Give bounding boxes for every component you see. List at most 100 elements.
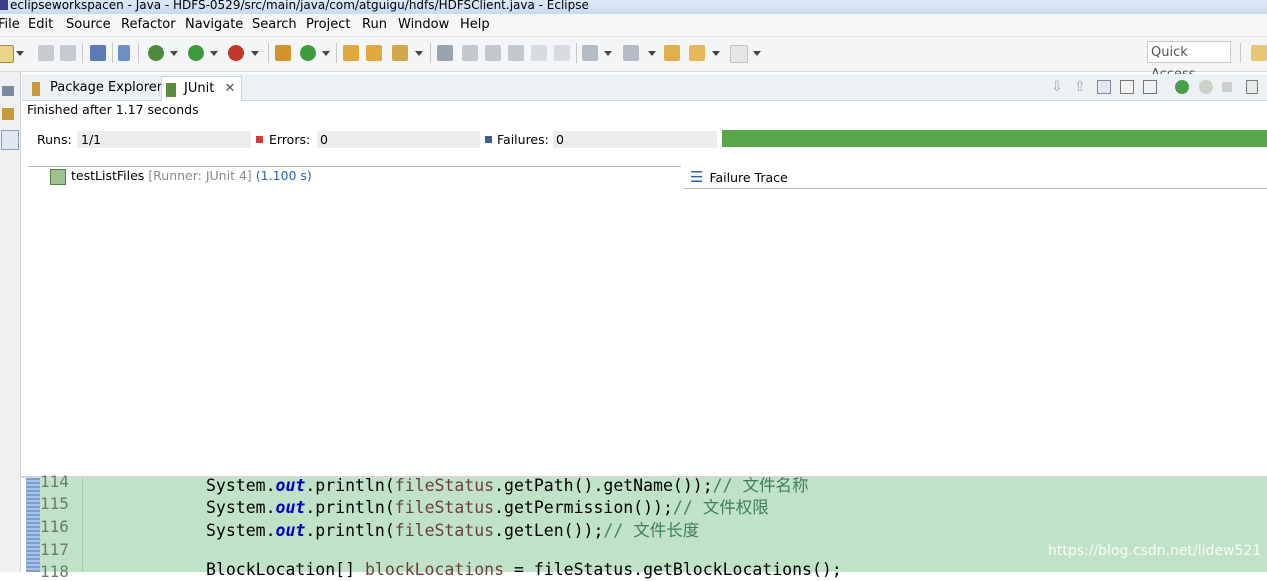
main-toolbar xyxy=(0,37,1267,72)
test-tree-top-border xyxy=(28,166,681,167)
test-progress-bar xyxy=(722,130,1267,147)
new-dropdown-icon[interactable] xyxy=(16,51,24,56)
test-runner: [Runner: JUnit 4] xyxy=(148,168,252,183)
toggle-block-selection-icon[interactable] xyxy=(485,45,501,61)
scroll-lock-icon[interactable] xyxy=(1120,80,1134,94)
menu-navigate[interactable]: Navigate xyxy=(185,17,243,32)
eclipse-icon xyxy=(0,0,8,10)
new-class-icon[interactable] xyxy=(300,45,316,61)
window-title-bar: eclipseworkspacen - Java - HDFS-0529/src… xyxy=(0,0,1267,14)
previous-failure-icon[interactable]: ⇧ xyxy=(1074,80,1088,94)
window-title: eclipseworkspacen - Java - HDFS-0529/src… xyxy=(10,0,589,12)
test-passed-icon xyxy=(50,168,66,185)
junit-status-message: Finished after 1.17 seconds xyxy=(27,102,199,117)
left-trim-stack xyxy=(0,72,21,572)
quick-access-input[interactable]: Quick Access xyxy=(1147,41,1231,82)
failures-label: Failures: xyxy=(497,132,549,147)
line-number: 115 xyxy=(40,494,69,513)
test-run-history-icon[interactable] xyxy=(1246,80,1258,94)
show-skipped-icon[interactable] xyxy=(1143,80,1157,94)
junit-trim-icon[interactable] xyxy=(1,130,19,150)
pilcrow-icon[interactable] xyxy=(554,45,570,61)
new-class-dropdown-icon[interactable] xyxy=(322,51,330,56)
menu-refactor[interactable]: Refactor xyxy=(121,17,176,32)
close-icon[interactable]: ✕ xyxy=(224,81,235,96)
save-icon[interactable] xyxy=(38,45,54,61)
save-all-icon[interactable] xyxy=(60,45,76,61)
runs-label: Runs: xyxy=(37,132,72,147)
menu-search[interactable]: Search xyxy=(252,17,297,32)
tab-junit[interactable]: JUnit ✕ xyxy=(161,76,243,101)
code-line[interactable]: BlockLocation[] blockLocations = fileSta… xyxy=(206,560,842,579)
menu-bar: File Edit Source Refactor Navigate Searc… xyxy=(0,14,1267,37)
restore-icon[interactable] xyxy=(2,86,14,96)
run-dropdown-icon[interactable] xyxy=(210,51,218,56)
open-perspective-icon[interactable] xyxy=(1251,45,1267,61)
toggle-mark-occurrences-icon[interactable] xyxy=(437,45,453,61)
watermark: https://blog.csdn.net/lidew521 xyxy=(1048,543,1262,559)
package-explorer-icon xyxy=(32,82,40,96)
runs-field: 1/1 xyxy=(77,131,251,148)
forward-dropdown-icon[interactable] xyxy=(753,51,761,56)
menu-source[interactable]: Source xyxy=(66,17,111,32)
next-annotation-dropdown-icon[interactable] xyxy=(604,51,612,56)
search-dropdown-icon[interactable] xyxy=(415,51,423,56)
test-name: testListFiles xyxy=(71,168,145,183)
toggle-breadcrumb-icon[interactable] xyxy=(462,45,478,61)
next-annotation-icon[interactable] xyxy=(582,45,598,61)
open-task-icon[interactable] xyxy=(366,45,382,61)
failure-trace-label: Failure Trace xyxy=(709,170,788,185)
menu-window[interactable]: Window xyxy=(398,17,449,32)
line-number: 116 xyxy=(40,517,69,536)
menu-file[interactable]: File xyxy=(0,17,20,32)
code-line[interactable]: System.out.println(fileStatus.getPath().… xyxy=(206,472,808,496)
line-number: 114 xyxy=(40,472,69,491)
debug-icon[interactable] xyxy=(148,45,164,61)
view-tab-bar: Package Explorer JUnit ✕ ⇩ ⇧ xyxy=(22,74,1267,101)
runs-value: 1/1 xyxy=(81,132,102,147)
menu-help[interactable]: Help xyxy=(460,17,490,32)
run-icon[interactable] xyxy=(188,45,204,61)
new-icon[interactable] xyxy=(0,45,14,63)
tab-package-explorer-label: Package Explorer xyxy=(50,80,163,95)
external-tools-dropdown-icon[interactable] xyxy=(251,51,259,56)
new-java-project-icon[interactable] xyxy=(275,45,291,61)
failure-icon xyxy=(485,136,492,143)
test-time: (1.100 s) xyxy=(255,168,312,183)
line-number-ruler: 114 115 116 117 118 xyxy=(40,472,83,581)
code-line[interactable]: System.out.println(fileStatus.getLen());… xyxy=(206,517,699,541)
failure-trace-header: ☰ Failure Trace xyxy=(690,168,788,186)
errors-label: Errors: xyxy=(269,132,311,147)
open-type-icon[interactable] xyxy=(343,45,359,61)
debug-dropdown-icon[interactable] xyxy=(170,51,178,56)
junit-icon xyxy=(166,83,176,97)
previous-annotation-icon[interactable] xyxy=(623,45,639,61)
show-whitespace-icon[interactable] xyxy=(531,45,547,61)
forward-icon[interactable] xyxy=(730,45,748,63)
console-icon[interactable] xyxy=(90,45,106,61)
back-dropdown-icon[interactable] xyxy=(712,51,720,56)
menu-edit[interactable]: Edit xyxy=(28,17,53,32)
external-tools-icon[interactable] xyxy=(228,45,244,61)
search-icon[interactable] xyxy=(392,45,408,61)
rerun-failed-first-icon[interactable] xyxy=(1199,80,1213,94)
back-icon[interactable] xyxy=(689,45,705,61)
test-tree-item[interactable]: testListFiles [Runner: JUnit 4] (1.100 s… xyxy=(50,168,312,185)
rerun-test-icon[interactable] xyxy=(1175,80,1189,94)
show-failures-only-icon[interactable] xyxy=(1097,80,1111,94)
failures-value: 0 xyxy=(556,132,564,147)
failures-field: 0 xyxy=(553,131,717,148)
line-number: 117 xyxy=(40,540,69,559)
package-explorer-trim-icon[interactable] xyxy=(2,108,14,120)
last-edit-location-icon[interactable] xyxy=(664,45,680,61)
failure-trace-border xyxy=(684,188,1267,189)
word-wrap-icon[interactable] xyxy=(508,45,524,61)
menu-project[interactable]: Project xyxy=(306,17,350,32)
tab-package-explorer[interactable]: Package Explorer xyxy=(28,76,162,100)
skip-breakpoints-icon[interactable] xyxy=(118,45,130,61)
menu-run[interactable]: Run xyxy=(362,17,387,32)
previous-annotation-dropdown-icon[interactable] xyxy=(648,51,656,56)
code-line[interactable]: System.out.println(fileStatus.getPermiss… xyxy=(206,494,769,518)
next-failure-icon[interactable]: ⇩ xyxy=(1051,80,1065,94)
stop-icon[interactable] xyxy=(1222,82,1232,92)
